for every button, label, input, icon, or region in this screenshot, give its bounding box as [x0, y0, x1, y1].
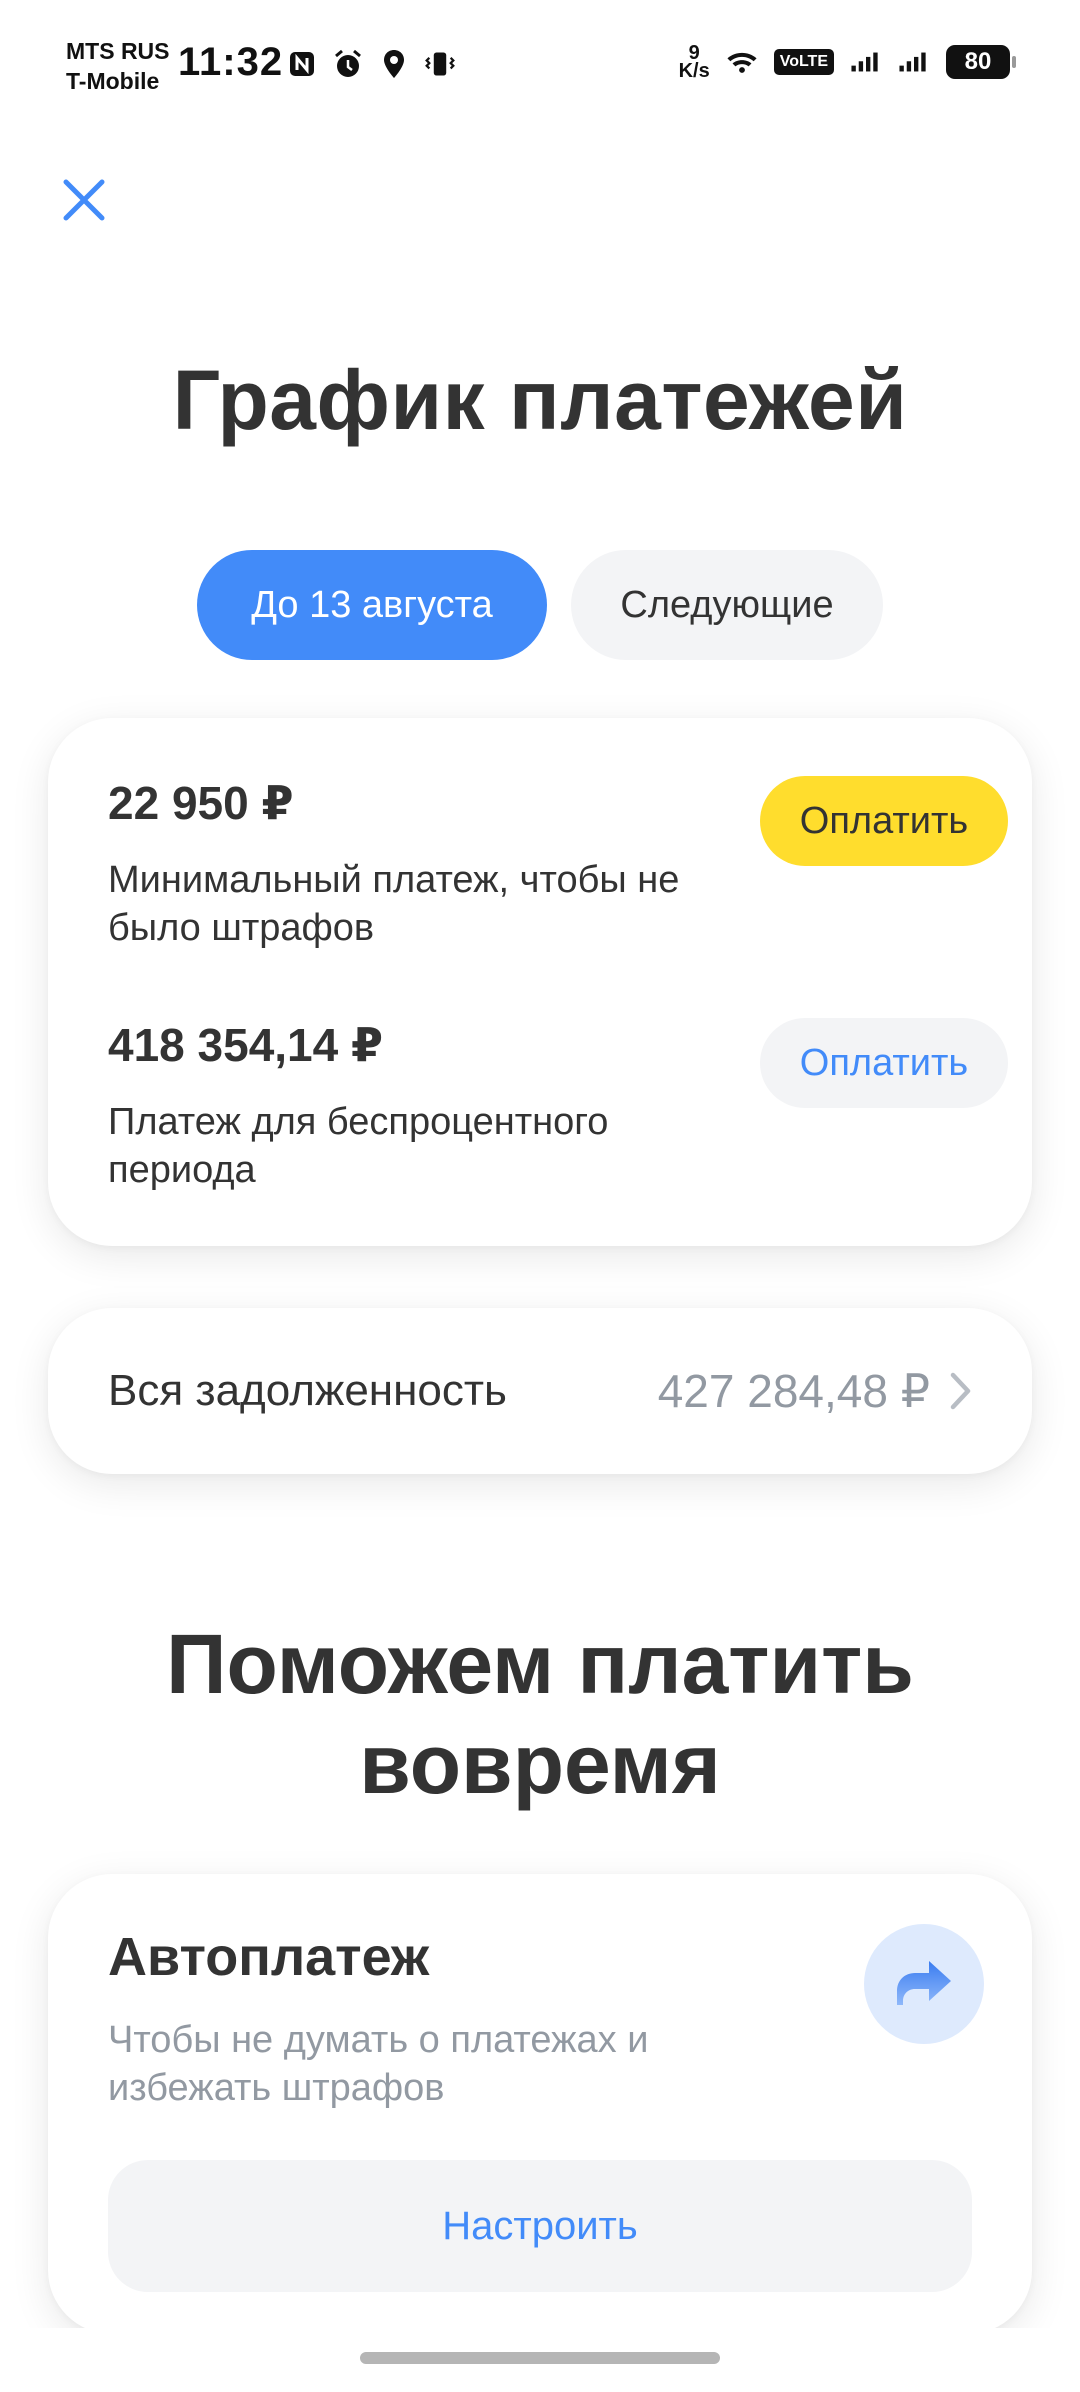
- payments-card: 22 950 ₽ Минимальный платеж, чтобы не бы…: [48, 718, 1032, 1246]
- volte-icon: VoLTE: [773, 49, 834, 75]
- nfc-icon: [286, 48, 318, 80]
- autopay-icon-badge: [864, 1924, 984, 2044]
- minimum-payment-description: Минимальный платеж, чтобы не было штрафо…: [108, 859, 680, 949]
- tab-until-august-13[interactable]: До 13 августа: [197, 550, 547, 660]
- pay-grace-button[interactable]: Оплатить: [760, 1018, 1008, 1108]
- autopay-card: Автоплатеж Чтобы не думать о платежах и …: [48, 1874, 1032, 2334]
- grace-payment-row: 418 354,14 ₽ Платеж для беспроцентного п…: [108, 1018, 1008, 1194]
- close-icon: [63, 179, 105, 221]
- forward-arrow-icon: [897, 1961, 951, 2005]
- status-time: 11:32: [178, 40, 284, 84]
- status-bar: MTS RUS T-Mobile 11:32 9 K/s VoLTE 80: [0, 0, 1080, 110]
- grace-payment-description: Платеж для беспроцентного периода: [108, 1101, 609, 1191]
- minimum-payment-row: 22 950 ₽ Минимальный платеж, чтобы не бы…: [108, 776, 1008, 952]
- location-icon: [378, 48, 410, 80]
- total-debt-label: Вся задолженность: [108, 1366, 507, 1415]
- carrier-2: T-Mobile: [66, 68, 160, 94]
- tab-next[interactable]: Следующие: [571, 550, 883, 660]
- chevron-right-icon: [950, 1372, 971, 1410]
- autopay-title: Автоплатеж: [108, 1927, 430, 1987]
- home-indicator[interactable]: [360, 2352, 720, 2364]
- battery-icon: 80: [946, 45, 1016, 79]
- carrier-1: MTS RUS: [66, 38, 170, 64]
- wifi-icon: [726, 46, 758, 78]
- help-section-title: Поможем платить вовремя: [166, 1617, 914, 1811]
- signal-icon: [898, 46, 930, 78]
- signal-icon: [850, 46, 882, 78]
- total-debt-row[interactable]: Вся задолженность 427 284,48 ₽: [48, 1308, 1032, 1474]
- page-title: График платежей: [172, 353, 908, 447]
- payment-schedule-screen: MTS RUS T-Mobile 11:32 9 K/s VoLTE 80 Гр…: [0, 0, 1080, 2392]
- network-speed: 9 K/s: [678, 43, 710, 82]
- status-icons-left: [286, 48, 456, 80]
- setup-autopay-button[interactable]: Настроить: [108, 2160, 972, 2292]
- pay-minimum-button[interactable]: Оплатить: [760, 776, 1008, 866]
- status-icons-right: 9 K/s VoLTE 80: [678, 43, 1016, 82]
- total-debt-value: 427 284,48 ₽: [657, 1365, 930, 1417]
- network-speed-unit: K/s: [678, 60, 710, 82]
- vibrate-icon: [424, 48, 456, 80]
- period-tabs: До 13 августа Следующие: [0, 550, 1080, 660]
- alarm-icon: [332, 48, 364, 80]
- autopay-description: Чтобы не думать о платежах и избежать шт…: [108, 2019, 649, 2109]
- close-button[interactable]: [52, 168, 116, 232]
- carrier-names: MTS RUS T-Mobile: [66, 36, 170, 96]
